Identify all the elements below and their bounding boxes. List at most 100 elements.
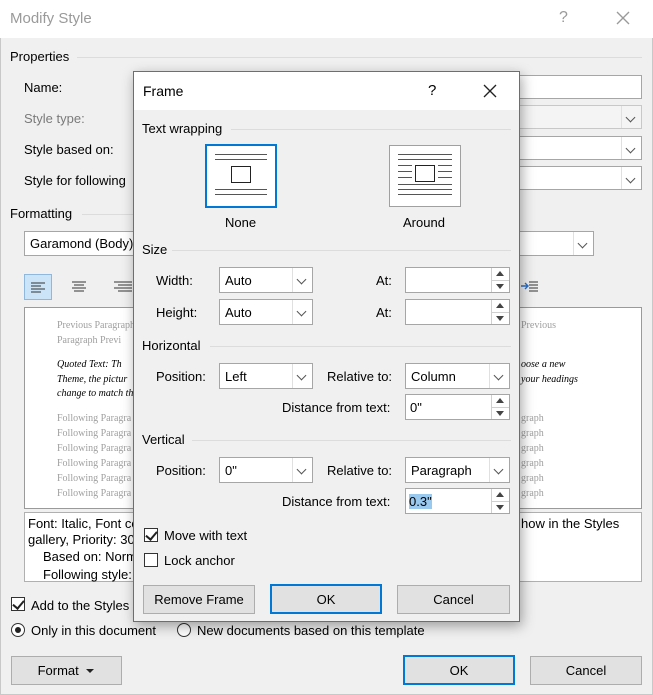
indent-increase-button[interactable] <box>520 274 542 300</box>
remove-frame-button[interactable]: Remove Frame <box>143 585 255 614</box>
vertical-distance-spinner[interactable]: 0.3" <box>405 488 510 514</box>
horizontal-section-label: Horizontal <box>142 338 201 353</box>
height-at-spin-buttons[interactable] <box>491 300 509 324</box>
format-menu-button[interactable]: Format <box>11 656 122 685</box>
lock-anchor-label: Lock anchor <box>164 553 235 568</box>
lock-anchor-checkbox[interactable] <box>144 553 158 567</box>
cancel-button-label: Cancel <box>565 663 607 678</box>
modify-style-ok-button[interactable]: OK <box>403 655 515 685</box>
preview-sample-text: oose a new <box>521 359 566 370</box>
modify-style-title: Modify Style <box>10 10 92 27</box>
width-at-spin-buttons[interactable] <box>491 268 509 292</box>
properties-divider <box>77 57 642 58</box>
only-this-document-radio[interactable] <box>11 623 25 637</box>
preview-following-paragraph: Following Paragra <box>57 473 132 484</box>
height-label: Height: <box>156 305 198 320</box>
height-value: Auto <box>225 305 252 320</box>
close-icon[interactable] <box>614 9 632 27</box>
align-right-button[interactable] <box>108 274 132 300</box>
width-at-spinner[interactable] <box>405 267 510 293</box>
dropdown-arrow-icon <box>86 669 95 673</box>
vertical-section-label: Vertical <box>142 432 185 447</box>
vertical-position-label: Position: <box>156 463 206 478</box>
align-left-icon <box>31 282 45 293</box>
width-dropdown[interactable]: Auto <box>219 267 313 293</box>
style-based-on-label: Style based on: <box>24 142 114 157</box>
preview-previous-paragraph: Previous <box>521 320 556 331</box>
horizontal-position-dropdown[interactable]: Left <box>219 363 313 389</box>
width-label: Width: <box>156 273 193 288</box>
modify-style-titlebar <box>0 0 653 38</box>
name-input[interactable] <box>514 75 642 99</box>
height-at-label: At: <box>376 305 392 320</box>
move-with-text-checkbox[interactable] <box>144 528 158 542</box>
font-dropdown[interactable]: Garamond (Body) <box>24 231 134 256</box>
modify-style-cancel-button[interactable]: Cancel <box>530 656 642 685</box>
style-based-on-dropdown[interactable] <box>514 136 642 160</box>
frame-ok-button[interactable]: OK <box>270 584 382 614</box>
wrap-none-option[interactable] <box>205 144 277 208</box>
horizontal-distance-value: 0" <box>410 400 422 415</box>
preview-following-paragraph: Following Paragra <box>57 428 132 439</box>
name-label: Name: <box>24 80 63 95</box>
preview-following-paragraph: graph <box>521 473 544 484</box>
style-type-label: Style type: <box>24 111 85 126</box>
preview-following-paragraph: Following Paragra <box>57 458 132 469</box>
width-value: Auto <box>225 273 252 288</box>
close-icon[interactable] <box>481 82 499 100</box>
vertical-distance-label: Distance from text: <box>282 494 391 509</box>
vertical-distance-spin-buttons[interactable] <box>491 489 509 513</box>
align-center-icon <box>72 281 86 292</box>
preview-following-paragraph: graph <box>521 443 544 454</box>
ok-button-label: OK <box>449 663 469 678</box>
size-divider <box>172 250 511 251</box>
wrap-around-option[interactable] <box>389 145 461 207</box>
font-size-dropdown[interactable] <box>514 231 594 256</box>
horizontal-relative-dropdown[interactable]: Column <box>405 363 510 389</box>
description-line: how in the Styles <box>521 516 620 531</box>
only-this-document-label: Only in this document <box>31 623 157 638</box>
frame-dialog: Frame ? Text wrapping None Around Size W… <box>133 71 520 622</box>
horizontal-position-label: Position: <box>156 369 206 384</box>
size-section-label: Size <box>142 242 168 257</box>
height-at-spinner[interactable] <box>405 299 510 325</box>
align-center-button[interactable] <box>66 274 94 300</box>
preview-sample-text: Theme, the pictur <box>57 374 128 385</box>
vertical-relative-value: Paragraph <box>411 463 472 478</box>
horizontal-distance-spinner[interactable]: 0" <box>405 394 510 420</box>
preview-previous-paragraph: Previous Paragraph <box>57 320 136 331</box>
horizontal-relative-label: Relative to: <box>327 369 393 384</box>
preview-following-paragraph: graph <box>521 413 544 424</box>
frame-titlebar <box>134 72 519 110</box>
height-dropdown[interactable]: Auto <box>219 299 313 325</box>
help-button[interactable]: ? <box>559 9 568 27</box>
new-documents-radio[interactable] <box>177 623 191 637</box>
align-left-button[interactable] <box>24 274 52 300</box>
text-wrapping-divider <box>231 129 511 130</box>
move-with-text-label: Move with text <box>164 528 248 543</box>
text-wrapping-section-label: Text wrapping <box>142 121 223 136</box>
frame-dialog-title: Frame <box>143 83 184 99</box>
frame-help-button[interactable]: ? <box>428 82 436 99</box>
description-line: Following style: <box>43 567 132 582</box>
vertical-distance-value: 0.3" <box>409 494 432 509</box>
preview-following-paragraph: graph <box>521 488 544 499</box>
new-documents-label: New documents based on this template <box>197 623 425 638</box>
properties-section-label: Properties <box>10 49 70 64</box>
horizontal-distance-spin-buttons[interactable] <box>491 395 509 419</box>
align-right-icon <box>114 281 132 292</box>
frame-cancel-button[interactable]: Cancel <box>397 585 510 614</box>
style-following-dropdown[interactable] <box>514 166 642 190</box>
wrap-around-label: Around <box>403 215 445 230</box>
preview-sample-text: change to match th <box>57 388 134 399</box>
width-at-label: At: <box>376 273 392 288</box>
add-to-styles-checkbox[interactable] <box>11 597 25 611</box>
vertical-relative-label: Relative to: <box>327 463 393 478</box>
vertical-position-dropdown[interactable]: 0" <box>219 457 313 483</box>
style-type-dropdown[interactable] <box>514 105 642 129</box>
frame-cancel-label: Cancel <box>433 592 474 607</box>
preview-sample-text: your headings <box>521 374 578 385</box>
formatting-divider <box>82 214 133 215</box>
vertical-relative-dropdown[interactable]: Paragraph <box>405 457 510 483</box>
horizontal-divider <box>210 346 511 347</box>
